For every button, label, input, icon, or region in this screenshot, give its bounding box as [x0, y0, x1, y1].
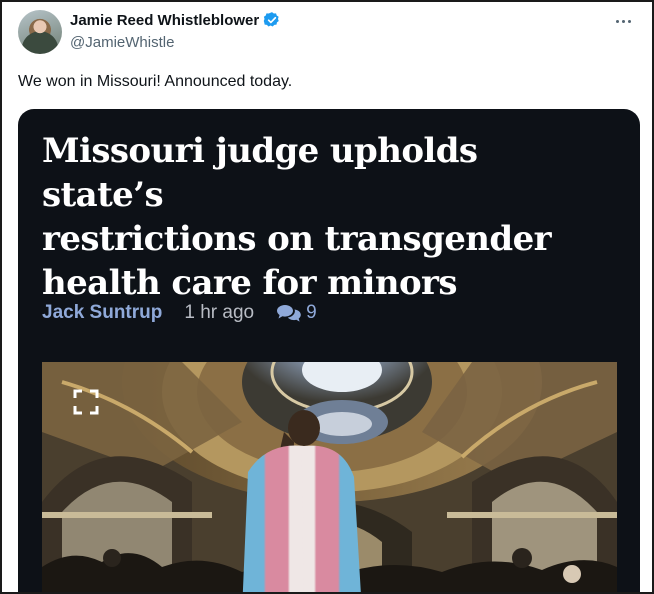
card-photo[interactable] — [42, 362, 617, 592]
tweet-frame: Jamie Reed Whistleblower @JamieWhistle W… — [0, 0, 654, 594]
more-horizontal-icon[interactable] — [612, 12, 634, 30]
author-handle[interactable]: @JamieWhistle — [70, 34, 174, 51]
link-card[interactable]: Missouri judge upholds state’s restricti… — [18, 109, 640, 592]
card-byline[interactable]: Jack Suntrup — [42, 302, 162, 324]
card-headline-line: health care for minors — [42, 263, 457, 303]
card-headline: Missouri judge upholds state’s restricti… — [42, 129, 602, 305]
author-name-row: Jamie Reed Whistleblower — [70, 11, 281, 29]
expand-icon[interactable] — [72, 388, 100, 416]
card-comments[interactable]: 9 — [276, 302, 317, 324]
comment-bubbles-icon — [277, 305, 301, 322]
rotunda-photo — [42, 362, 617, 592]
avatar[interactable] — [18, 10, 62, 54]
card-headline-line: Missouri judge upholds state’s — [42, 131, 478, 215]
tweet-text: We won in Missouri! Announced today. — [18, 73, 293, 90]
card-headline-line: restrictions on transgender — [42, 219, 552, 259]
author-display-name[interactable]: Jamie Reed Whistleblower — [70, 12, 259, 29]
card-comment-count: 9 — [306, 302, 317, 323]
card-timestamp: 1 hr ago — [184, 302, 255, 323]
verified-badge-icon — [263, 12, 279, 27]
card-meta: Jack Suntrup 1 hr ago 9 — [42, 302, 317, 324]
